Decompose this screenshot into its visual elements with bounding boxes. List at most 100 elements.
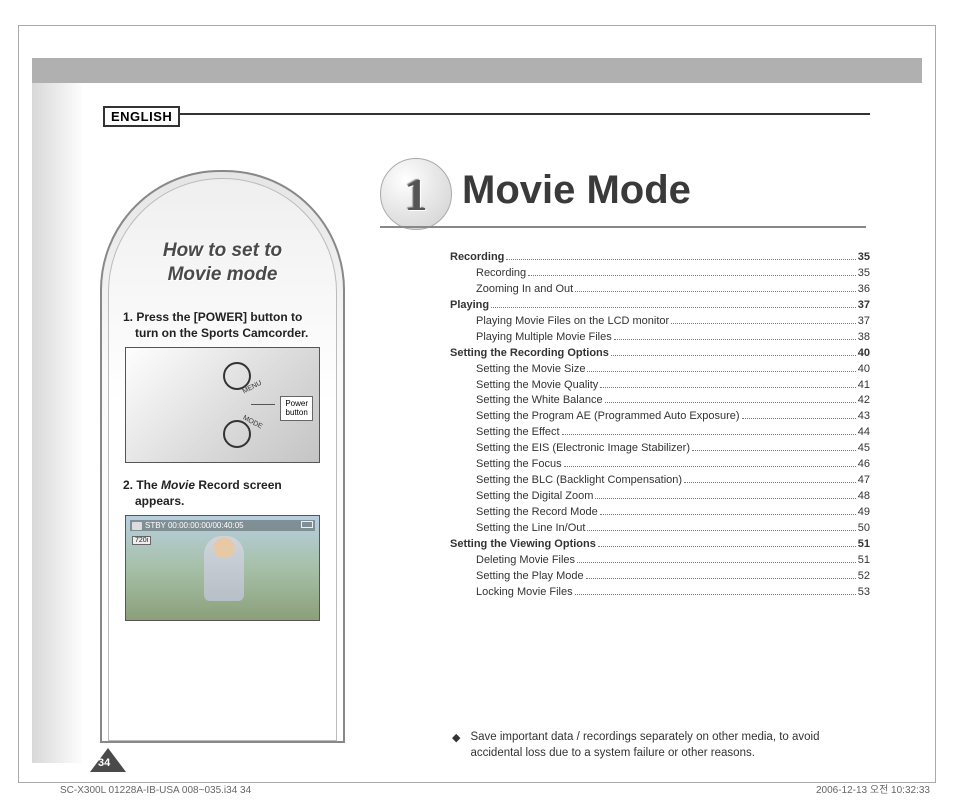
toc-row: Setting the White Balance 42 — [450, 393, 870, 409]
top-gray-bar — [32, 58, 922, 83]
toc-row: Playing Movie Files on the LCD monitor 3… — [450, 314, 870, 330]
toc-label: Setting the Viewing Options — [450, 537, 596, 553]
toc-page: 50 — [858, 521, 870, 537]
toc-row: Setting the Recording Options 40 — [450, 346, 870, 362]
toc-row: Setting the Movie Quality 41 — [450, 378, 870, 394]
toc-label: Setting the White Balance — [476, 393, 603, 409]
toc-label: Setting the BLC (Backlight Compensation) — [476, 473, 682, 489]
toc-row: Setting the Line In/Out 50 — [450, 521, 870, 537]
toc-page: 46 — [858, 457, 870, 473]
toc-leader-dots — [684, 482, 856, 483]
toc-label: Setting the Movie Quality — [476, 378, 598, 394]
toc-page: 40 — [858, 362, 870, 378]
header-rule — [180, 113, 870, 115]
step-2: 2. The Movie Record screen appears. — [123, 477, 322, 509]
footnote: ◆ Save important data / recordings separ… — [452, 730, 872, 761]
toc-row: Setting the Record Mode 49 — [450, 505, 870, 521]
sidebar-inner: How to set to Movie mode 1. Press the [P… — [108, 178, 337, 741]
toc-row: Recording 35 — [450, 266, 870, 282]
chapter-title: Movie Mode — [462, 168, 691, 213]
toc-page: 52 — [858, 569, 870, 585]
osd-top-bar: STBY 00:00:00:00/00:40:05 — [130, 520, 315, 531]
toc-row: Playing Multiple Movie Files 38 — [450, 330, 870, 346]
osd-text: STBY 00:00:00:00/00:40:05 — [145, 521, 244, 530]
toc-leader-dots — [598, 546, 856, 547]
toc-page: 40 — [858, 346, 870, 362]
toc-page: 44 — [858, 425, 870, 441]
toc-leader-dots — [564, 466, 856, 467]
sidebar-capsule: How to set to Movie mode 1. Press the [P… — [100, 170, 345, 743]
battery-icon — [301, 521, 313, 528]
toc-leader-dots — [614, 339, 856, 340]
toc-label: Deleting Movie Files — [476, 553, 575, 569]
toc-page: 41 — [858, 378, 870, 394]
toc-leader-dots — [575, 291, 856, 292]
toc-row: Locking Movie Files 53 — [450, 585, 870, 601]
toc-row: Setting the EIS (Electronic Image Stabil… — [450, 441, 870, 457]
toc-row: Setting the Program AE (Programmed Auto … — [450, 409, 870, 425]
toc-page: 51 — [858, 537, 870, 553]
toc-page: 49 — [858, 505, 870, 521]
toc-leader-dots — [528, 275, 856, 276]
camera-icon — [132, 522, 142, 530]
toc-row: Setting the Focus 46 — [450, 457, 870, 473]
toc-page: 43 — [858, 409, 870, 425]
toc-label: Setting the Focus — [476, 457, 562, 473]
toc-leader-dots — [692, 450, 856, 451]
toc-label: Setting the Line In/Out — [476, 521, 585, 537]
left-gray-band — [32, 83, 82, 763]
toc-leader-dots — [586, 578, 856, 579]
toc-page: 37 — [858, 314, 870, 330]
callout-line — [251, 404, 275, 405]
toc-leader-dots — [611, 355, 856, 356]
toc-page: 48 — [858, 489, 870, 505]
toc-leader-dots — [600, 387, 855, 388]
toc-row: Setting the Digital Zoom 48 — [450, 489, 870, 505]
toc-leader-dots — [605, 402, 856, 403]
step-1: 1. Press the [POWER] button to turn on t… — [123, 309, 322, 341]
footer-left: SC-X300L 01228A-IB-USA 008~035.i34 34 — [60, 785, 251, 796]
toc-leader-dots — [595, 498, 855, 499]
toc-page: 53 — [858, 585, 870, 601]
toc-leader-dots — [671, 323, 856, 324]
toc-label: Setting the EIS (Electronic Image Stabil… — [476, 441, 690, 457]
toc-label: Setting the Digital Zoom — [476, 489, 593, 505]
toc-label: Setting the Effect — [476, 425, 560, 441]
toc-leader-dots — [575, 594, 856, 595]
toc-page: 51 — [858, 553, 870, 569]
toc-row: Setting the BLC (Backlight Compensation)… — [450, 473, 870, 489]
toc-leader-dots — [742, 418, 856, 419]
toc-row: Recording 35 — [450, 250, 870, 266]
toc-leader-dots — [506, 259, 855, 260]
toc-page: 42 — [858, 393, 870, 409]
power-button-label: Power button — [280, 396, 313, 422]
toc-page: 37 — [858, 298, 870, 314]
illustration-power-button: MENU MODE Power button — [125, 347, 320, 463]
sample-subject — [204, 536, 244, 601]
mode-button-icon — [223, 420, 251, 448]
toc-leader-dots — [600, 514, 856, 515]
toc-leader-dots — [562, 434, 856, 435]
toc-leader-dots — [587, 371, 855, 372]
sidebar-title: How to set to Movie mode — [123, 239, 322, 287]
toc-leader-dots — [587, 530, 855, 531]
toc-page: 38 — [858, 330, 870, 346]
illustration-record-screen: STBY 00:00:00:00/00:40:05 720i — [125, 515, 320, 621]
chapter-number-badge: 1 — [380, 158, 452, 230]
toc-row: Zooming In and Out 36 — [450, 282, 870, 298]
toc-leader-dots — [577, 562, 856, 563]
toc-row: Setting the Play Mode 52 — [450, 569, 870, 585]
toc-label: Setting the Record Mode — [476, 505, 598, 521]
sidebar-title-line2: Movie mode — [168, 264, 278, 285]
toc-label: Playing — [450, 298, 489, 314]
toc-label: Zooming In and Out — [476, 282, 573, 298]
footer-right: 2006-12-13 오전 10:32:33 — [816, 781, 930, 796]
toc-label: Playing Movie Files on the LCD monitor — [476, 314, 669, 330]
toc-row: Setting the Effect 44 — [450, 425, 870, 441]
toc-page: 47 — [858, 473, 870, 489]
language-label: ENGLISH — [103, 106, 180, 127]
footnote-text: Save important data / recordings separat… — [470, 730, 872, 761]
toc-label: Playing Multiple Movie Files — [476, 330, 612, 346]
toc-page: 45 — [858, 441, 870, 457]
toc-label: Locking Movie Files — [476, 585, 573, 601]
